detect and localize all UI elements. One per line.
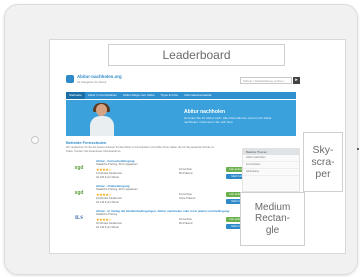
hero-banner: Abitur nachholen So holen Sie Ihr Abitur… (66, 100, 296, 136)
content-intro: Wir vergleichen für Sie die besten Anbie… (66, 146, 214, 153)
camera-dot (357, 148, 359, 150)
school-presence: Mit Präsenz (179, 222, 193, 225)
list-item: sgd Abitur - Onlinelehrgang Staatliche P… (66, 183, 250, 207)
school-type: Fernschule (179, 193, 192, 196)
logo-icon (66, 75, 74, 83)
school-detail: 12 Monate Studienzeit (96, 172, 122, 175)
school-type: Fernschule (179, 168, 192, 171)
school-subtitle: Staatliche Prüfung, ZFU-zugelassen (96, 188, 138, 191)
nav-item-home[interactable]: Startseite (66, 92, 85, 99)
search-button[interactable]: ▸ (293, 77, 300, 84)
nav-item-tipps[interactable]: Tipps & Infos (158, 92, 181, 99)
list-item: ILS Abitur - in Verlag die Studienbeding… (66, 208, 250, 232)
school-presence: Mit Präsenz (179, 172, 193, 175)
tablet-screen: Abitur-nachholen.org Ihr Ratgeber für Ab… (49, 39, 346, 254)
nav-item-infomaterial[interactable]: Informationsmaterial (181, 92, 214, 99)
school-subtitle: Staatliche Prüfung (96, 213, 118, 216)
sidebar-link[interactable]: Abitur nachholen (243, 155, 299, 162)
medium-rectangle-ad: Medium Rectan- gle (240, 192, 305, 246)
sidebar-link[interactable]: Fernschulen (243, 162, 299, 169)
content-title: Beliebte Fernschulen (66, 140, 107, 145)
school-detail: Ab 150 € pro Monat (96, 176, 119, 179)
nav-item-fernstudium[interactable]: Abitur im Fernstudium (85, 92, 120, 99)
hero-text: So holen Sie Ihr Abitur nach: Alle Infor… (184, 116, 272, 124)
school-logo: sgd (74, 190, 84, 196)
sidebar-link[interactable]: Abiturkurse (243, 169, 299, 176)
school-detail: Ab 140 € pro Monat (96, 201, 119, 204)
school-detail: Ab 130 € pro Monat (96, 226, 119, 229)
school-detail: 24 Monate Studienzeit (96, 197, 122, 200)
main-nav: Startseite Abitur im Fernstudium Abitur-… (66, 92, 296, 99)
search-input[interactable]: Schule / Weiterbildung suchen... (240, 77, 292, 84)
sidebar: Beliebte Themen Abitur nachholen Fernsch… (242, 148, 300, 192)
school-logo: sgd (74, 165, 84, 171)
nav-item-wege[interactable]: Abitur-Wege zum Abitur (120, 92, 158, 99)
site-header: Abitur-nachholen.org Ihr Ratgeber für Ab… (60, 70, 320, 90)
school-presence: Ohne Präsenz (179, 197, 196, 200)
tablet-frame: Abitur-nachholen.org Ihr Ratgeber für Ab… (4, 4, 359, 275)
list-item: sgd Abitur - Fernschullehrgang Staatlich… (66, 158, 250, 182)
skyscraper-ad: Sky- scra- per (303, 132, 343, 192)
school-subtitle: Staatliche Prüfung, ZFU-zugelassen (96, 163, 138, 166)
hero-title: Abitur nachholen (184, 109, 226, 115)
school-logo: ILS (74, 215, 84, 221)
school-detail: 30 Monate Studienzeit (96, 222, 122, 225)
leaderboard-ad: Leaderboard (108, 44, 285, 66)
hero-student-image (86, 103, 120, 136)
home-button[interactable] (31, 136, 39, 144)
school-type: Fernschule (179, 218, 192, 221)
site-logo[interactable]: Abitur-nachholen.org (77, 74, 122, 79)
site-logo-subtitle: Ihr Ratgeber für Abitur (77, 80, 107, 84)
